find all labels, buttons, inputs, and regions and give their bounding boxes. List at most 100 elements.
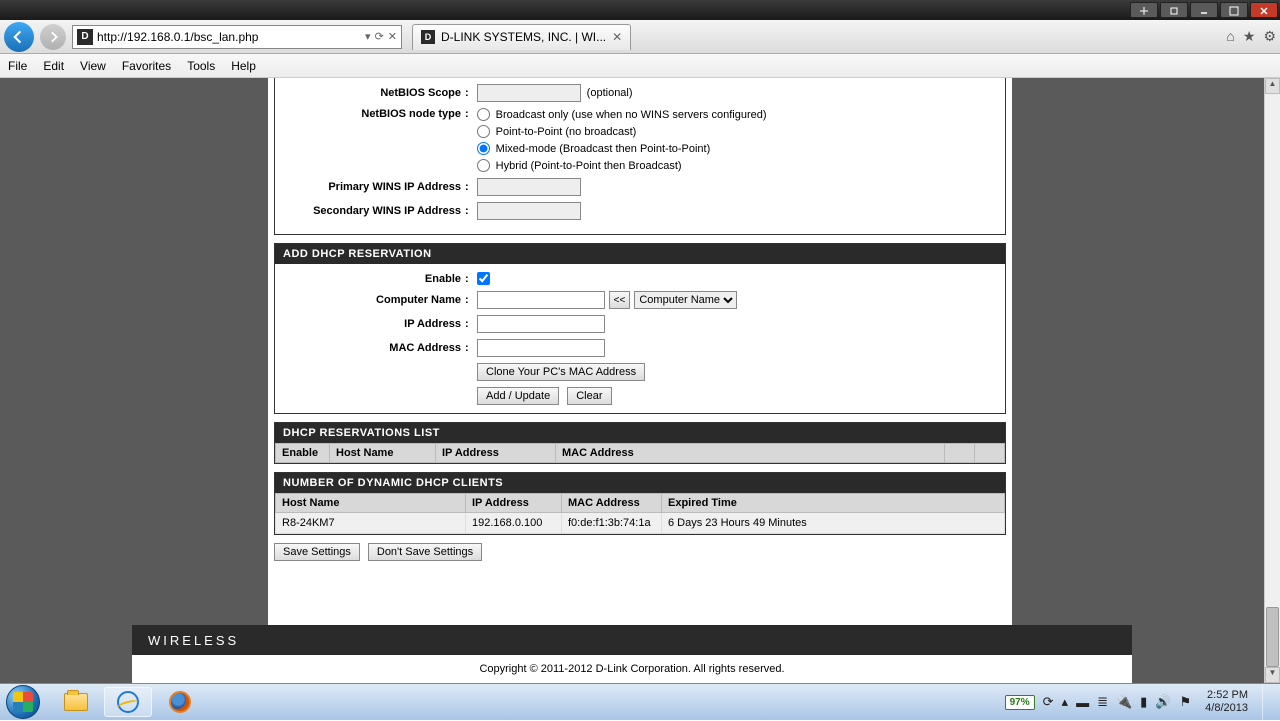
node-type-p2p-radio[interactable] <box>477 125 490 138</box>
tray-power-icon[interactable]: 🔌 <box>1116 694 1132 710</box>
dhcp-clients-header: NUMBER OF DYNAMIC DHCP CLIENTS <box>275 473 1005 493</box>
scroll-down-icon[interactable]: ▼ <box>1265 667 1280 683</box>
dont-save-settings-button[interactable]: Don't Save Settings <box>368 543 482 561</box>
dhcp-clients-panel: NUMBER OF DYNAMIC DHCP CLIENTS Host Name… <box>274 472 1006 535</box>
mac-address-label: MAC Address <box>285 342 465 354</box>
col-ip-address: IP Address <box>466 494 562 513</box>
start-button[interactable] <box>0 684 46 721</box>
home-icon[interactable]: ⌂ <box>1226 28 1234 45</box>
tab-favicon: D <box>421 30 435 44</box>
scroll-thumb[interactable] <box>1266 607 1279 667</box>
clone-mac-button[interactable]: Clone Your PC's MAC Address <box>477 363 645 381</box>
fullscreen-button[interactable] <box>1130 2 1158 18</box>
site-favicon: D <box>77 29 93 45</box>
browser-tab[interactable]: D D-LINK SYSTEMS, INC. | WI... ✕ <box>412 24 631 50</box>
tray-volume-icon[interactable]: 🔊 <box>1155 694 1171 710</box>
taskbar-firefox[interactable] <box>156 687 204 717</box>
node-type-broadcast-radio[interactable] <box>477 108 490 121</box>
dropdown-icon[interactable]: ▾ <box>365 30 371 43</box>
tray-bluetooth-icon[interactable]: ≣ <box>1097 694 1108 710</box>
favorites-icon[interactable]: ★ <box>1243 28 1256 45</box>
taskbar-explorer[interactable] <box>52 687 100 717</box>
dhcp-reservations-list-panel: DHCP RESERVATIONS LIST Enable Host Name … <box>274 422 1006 464</box>
tray-clock[interactable]: 2:52 PM 4/8/2013 <box>1205 689 1248 715</box>
save-row: Save Settings Don't Save Settings <box>274 543 1006 561</box>
vertical-scrollbar[interactable]: ▲ ▼ <box>1264 78 1280 683</box>
tray-action-icon[interactable]: ⚑ <box>1180 694 1192 710</box>
col-host-name: Host Name <box>276 494 466 513</box>
secondary-wins-label: Secondary WINS IP Address <box>285 205 465 217</box>
tab-title: D-LINK SYSTEMS, INC. | WI... <box>441 30 606 44</box>
clear-button[interactable]: Clear <box>567 387 611 405</box>
netbios-node-type-group: Broadcast only (use when no WINS servers… <box>477 108 767 172</box>
menu-help[interactable]: Help <box>231 59 256 73</box>
clients-table: Host Name IP Address MAC Address Expired… <box>275 493 1005 534</box>
battery-badge[interactable]: 97% <box>1005 695 1035 710</box>
forward-button[interactable] <box>40 24 66 50</box>
primary-wins-input[interactable] <box>477 178 581 196</box>
menu-file[interactable]: File <box>8 59 27 73</box>
refresh-icon[interactable]: ⟳ <box>375 30 384 43</box>
cell-mac: f0:de:f1:3b:74:1a <box>562 513 662 534</box>
windows-logo-icon <box>6 685 40 719</box>
window-titlebar <box>0 0 1280 20</box>
tray-network-icon[interactable]: ▬ <box>1076 695 1089 710</box>
add-dhcp-reservation-panel: ADD DHCP RESERVATION Enable: Computer Na… <box>274 243 1006 414</box>
show-desktop-button[interactable] <box>1262 684 1272 721</box>
address-input[interactable] <box>97 30 365 44</box>
netbios-scope-input[interactable] <box>477 84 581 102</box>
menu-favorites[interactable]: Favorites <box>122 59 171 73</box>
computer-name-input[interactable] <box>477 291 605 309</box>
add-update-button[interactable]: Add / Update <box>477 387 559 405</box>
mac-address-input[interactable] <box>477 339 605 357</box>
left-sidebar <box>140 78 268 683</box>
col-host-name: Host Name <box>330 444 436 463</box>
copyright: Copyright © 2011-2012 D-Link Corporation… <box>132 655 1132 683</box>
stop-icon[interactable]: ✕ <box>388 30 397 43</box>
secondary-wins-input[interactable] <box>477 202 581 220</box>
enable-checkbox[interactable] <box>477 272 490 285</box>
address-bar[interactable]: D ▾ ⟳ ✕ <box>72 25 402 49</box>
back-button[interactable] <box>4 22 34 52</box>
node-type-mixed-radio[interactable] <box>477 142 490 155</box>
reservations-table: Enable Host Name IP Address MAC Address <box>275 443 1005 463</box>
netbios-scope-label: NetBIOS Scope <box>285 87 465 99</box>
col-mac-address: MAC Address <box>556 444 945 463</box>
restore-button[interactable] <box>1160 2 1188 18</box>
brand-text: WIRELESS <box>148 633 239 648</box>
menu-tools[interactable]: Tools <box>187 59 215 73</box>
tab-close-icon[interactable]: ✕ <box>612 30 622 44</box>
system-tray: 97% ⟳ ▴ ▬ ≣ 🔌 ▮ 🔊 ⚑ 2:52 PM 4/8/2013 <box>997 684 1280 721</box>
firefox-icon <box>169 691 191 713</box>
menu-bar: File Edit View Favorites Tools Help <box>0 54 1280 78</box>
minimize-button[interactable] <box>1190 2 1218 18</box>
taskbar-ie[interactable] <box>104 687 152 717</box>
computer-name-label: Computer Name <box>285 294 465 306</box>
maximize-button[interactable] <box>1220 2 1248 18</box>
page-viewport: NetBIOS Scope: (optional) NetBIOS node t… <box>0 78 1280 683</box>
computer-name-select[interactable]: Computer Name <box>634 291 737 309</box>
netbios-node-type-label: NetBIOS node type <box>285 108 465 120</box>
right-sidebar <box>1012 78 1140 683</box>
menu-view[interactable]: View <box>80 59 106 73</box>
save-settings-button[interactable]: Save Settings <box>274 543 360 561</box>
tray-chevron-icon[interactable]: ▴ <box>1062 694 1069 710</box>
col-enable: Enable <box>276 444 330 463</box>
col-edit <box>945 444 975 463</box>
browser-toolbar: D ▾ ⟳ ✕ D D-LINK SYSTEMS, INC. | WI... ✕… <box>0 20 1280 54</box>
menu-edit[interactable]: Edit <box>43 59 64 73</box>
tools-icon[interactable]: ⚙ <box>1263 28 1276 45</box>
scroll-up-icon[interactable]: ▲ <box>1265 78 1280 94</box>
primary-wins-label: Primary WINS IP Address <box>285 181 465 193</box>
dhcp-reservations-list-header: DHCP RESERVATIONS LIST <box>275 423 1005 443</box>
tray-sync-icon[interactable]: ⟳ <box>1043 694 1054 710</box>
enable-label: Enable <box>285 273 465 285</box>
close-button[interactable] <box>1250 2 1278 18</box>
folder-icon <box>64 693 88 711</box>
node-type-hybrid-radio[interactable] <box>477 159 490 172</box>
footer-brand-strip: WIRELESS <box>132 625 1132 655</box>
tray-battery-icon[interactable]: ▮ <box>1140 694 1147 710</box>
copy-name-button[interactable]: << <box>609 291 631 309</box>
tray-time: 2:52 PM <box>1205 689 1248 702</box>
ip-address-input[interactable] <box>477 315 605 333</box>
